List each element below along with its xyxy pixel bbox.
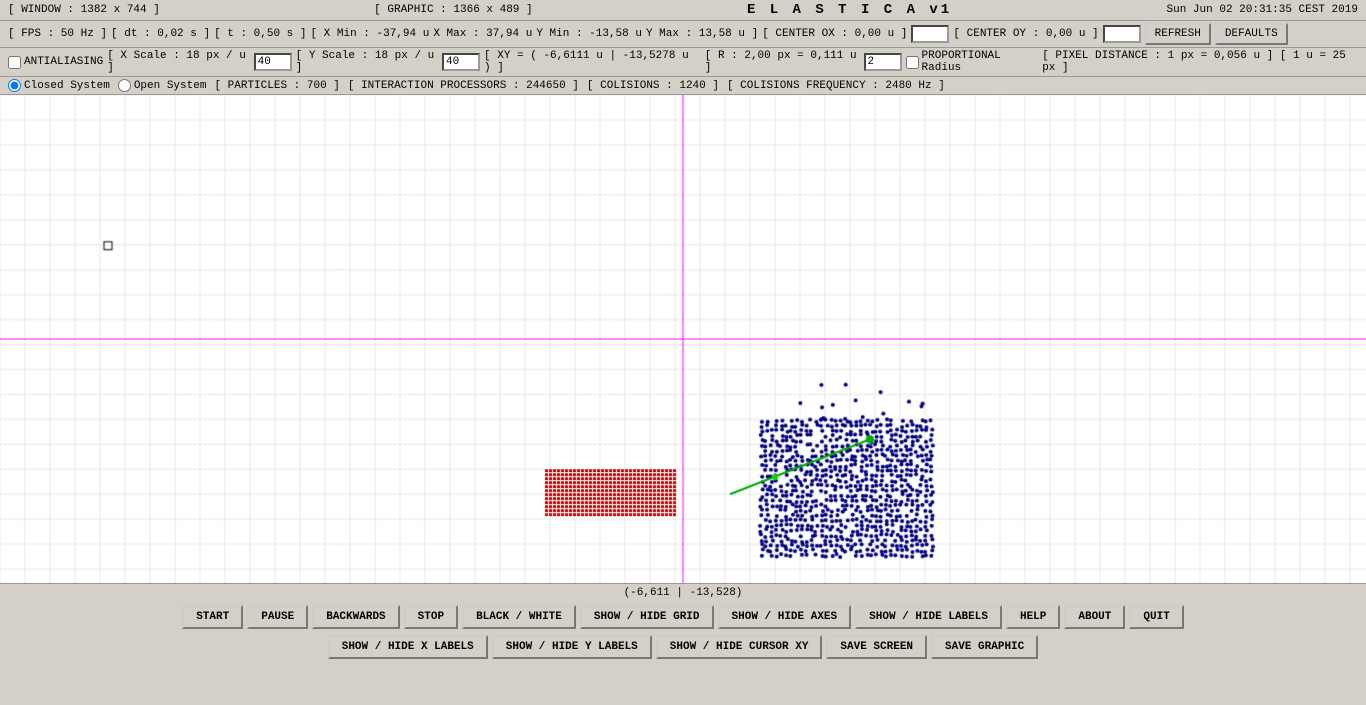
xscale-label: [ X Scale : 18 px / u ] [107, 50, 249, 74]
yscale-label: [ Y Scale : 18 px / u ] [296, 50, 438, 74]
controls-row1: [ FPS : 50 Hz ] [ dt : 0,02 s ] [ t : 0,… [0, 21, 1366, 48]
xscale-input[interactable] [254, 53, 292, 71]
black-white-button[interactable]: BLACK / WHITE [462, 605, 576, 629]
yscale-input[interactable] [442, 53, 480, 71]
simulation-canvas[interactable] [0, 95, 1366, 583]
about-button[interactable]: ABOUT [1064, 605, 1125, 629]
xmin-label: [ X Min : -37,94 u [310, 28, 429, 40]
start-button[interactable]: START [182, 605, 243, 629]
controls-row3: Closed System Open System [ PARTICLES : … [0, 77, 1366, 95]
ymin-label: Y Min : -13,58 u [536, 28, 642, 40]
r-input[interactable] [864, 53, 902, 71]
xy-label: [ XY = ( -6,6111 u | -13,5278 u ) ] [484, 50, 701, 74]
app-name: E L A S T I C A v1 [747, 2, 952, 18]
center-oy-label: [ CENTER OY : 0,00 u ] [953, 28, 1098, 40]
window-info: [ WINDOW : 1382 x 744 ] [8, 4, 160, 16]
dt-label: [ dt : 0,02 s ] [111, 28, 210, 40]
fps-label: [ FPS : 50 Hz ] [8, 28, 107, 40]
graphic-info: [ GRAPHIC : 1366 x 489 ] [374, 4, 532, 16]
show-hide-labels-button[interactable]: SHOW / HIDE LABELS [855, 605, 1002, 629]
proportional-checkbox[interactable] [906, 56, 919, 69]
xmax-label: X Max : 37,94 u [433, 28, 532, 40]
center-ox-input[interactable] [911, 25, 949, 43]
status-bar: (-6,611 | -13,528) [0, 584, 1366, 602]
save-graphic-button[interactable]: SAVE GRAPHIC [931, 635, 1038, 659]
antialiasing-label[interactable]: ANTIALIASING [8, 56, 103, 69]
canvas-area[interactable] [0, 95, 1366, 584]
bottom-buttons-row2: SHOW / HIDE X LABELS SHOW / HIDE Y LABEL… [0, 632, 1366, 662]
show-hide-y-labels-button[interactable]: SHOW / HIDE Y LABELS [492, 635, 652, 659]
closed-system-label[interactable]: Closed System [8, 79, 110, 92]
top-bar: [ WINDOW : 1382 x 744 ] [ GRAPHIC : 1366… [0, 0, 1366, 21]
quit-button[interactable]: QUIT [1129, 605, 1183, 629]
pixel-dist-label: [ PIXEL DISTANCE : 1 px = 0,056 u ] [ 1 … [1042, 50, 1358, 74]
show-hide-x-labels-button[interactable]: SHOW / HIDE X LABELS [328, 635, 488, 659]
collision-freq-info: [ COLISIONS FREQUENCY : 2480 Hz ] [727, 80, 945, 92]
t-label: [ t : 0,50 s ] [214, 28, 306, 40]
backwards-button[interactable]: BACKWARDS [312, 605, 399, 629]
collisions-info: [ COLISIONS : 1240 ] [587, 80, 719, 92]
show-hide-axes-button[interactable]: SHOW / HIDE AXES [718, 605, 852, 629]
save-screen-button[interactable]: SAVE SCREEN [826, 635, 927, 659]
cursor-position: (-6,611 | -13,528) [624, 587, 743, 599]
antialiasing-checkbox[interactable] [8, 56, 21, 69]
stop-button[interactable]: STOP [404, 605, 458, 629]
help-button[interactable]: HELP [1006, 605, 1060, 629]
pause-button[interactable]: PAUSE [247, 605, 308, 629]
defaults-button[interactable]: DEFAULTS [1215, 23, 1288, 45]
controls-row2: ANTIALIASING [ X Scale : 18 px / u ] [ Y… [0, 48, 1366, 77]
open-system-label[interactable]: Open System [118, 79, 207, 92]
r-label: [ R : 2,00 px = 0,111 u ] [705, 50, 860, 74]
closed-system-radio[interactable] [8, 79, 21, 92]
show-hide-grid-button[interactable]: SHOW / HIDE GRID [580, 605, 714, 629]
show-hide-cursor-xy-button[interactable]: SHOW / HIDE CURSOR XY [656, 635, 823, 659]
open-system-radio[interactable] [118, 79, 131, 92]
bottom-buttons-row1: START PAUSE BACKWARDS STOP BLACK / WHITE… [0, 602, 1366, 632]
ymax-label: Y Max : 13,58 u ] [646, 28, 758, 40]
datetime: Sun Jun 02 20:31:35 CEST 2019 [1167, 4, 1358, 16]
proportional-label[interactable]: PROPORTIONAL Radius [906, 50, 1039, 74]
particles-info: [ PARTICLES : 700 ] [214, 80, 339, 92]
refresh-button[interactable]: REFRESH [1145, 23, 1211, 45]
interaction-processors-info: [ INTERACTION PROCESSORS : 244650 ] [348, 80, 579, 92]
center-ox-label: [ CENTER OX : 0,00 u ] [762, 28, 907, 40]
center-oy-input[interactable] [1103, 25, 1141, 43]
